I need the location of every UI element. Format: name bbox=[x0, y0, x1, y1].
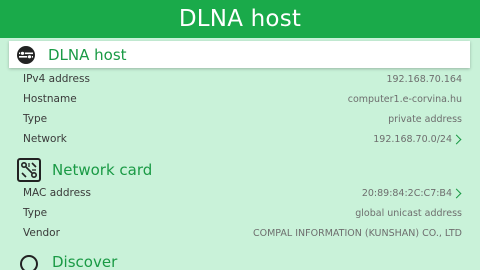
row-value: private address bbox=[388, 113, 462, 125]
info-row-mac[interactable]: MAC address 20:89:84:2C:C7:B4 bbox=[0, 183, 480, 203]
info-row-ipv4: IPv4 address 192.168.70.164 bbox=[0, 69, 480, 89]
section-header-discover[interactable]: Discover bbox=[0, 250, 480, 270]
section-title-network-card: Network card bbox=[52, 161, 153, 179]
row-label: Type bbox=[23, 207, 48, 219]
info-row-type: Type private address bbox=[0, 109, 480, 129]
row-value: 192.168.70.164 bbox=[386, 73, 462, 85]
network-card-icon bbox=[16, 157, 42, 183]
row-label: Network bbox=[23, 133, 67, 145]
row-value: computer1.e-corvina.hu bbox=[347, 93, 462, 105]
info-row-vendor: Vendor COMPAL INFORMATION (KUNSHAN) CO.,… bbox=[0, 223, 480, 243]
dlna-icon bbox=[15, 44, 37, 66]
section-header-dlna-host[interactable]: DLNA host bbox=[9, 41, 470, 68]
info-row-network[interactable]: Network 192.168.70.0/24 bbox=[0, 129, 480, 149]
row-value: COMPAL INFORMATION (KUNSHAN) CO., LTD bbox=[253, 227, 462, 239]
info-row-hostname: Hostname computer1.e-corvina.hu bbox=[0, 89, 480, 109]
app-title-bar: DLNA host bbox=[0, 0, 480, 38]
row-label: Vendor bbox=[23, 227, 60, 239]
row-value: global unicast address bbox=[355, 207, 462, 219]
row-label: Hostname bbox=[23, 93, 77, 105]
discover-icon bbox=[17, 252, 41, 270]
row-label: MAC address bbox=[23, 187, 91, 199]
chevron-right-icon bbox=[451, 188, 462, 198]
section-title-dlna-host: DLNA host bbox=[48, 45, 127, 64]
page-title: DLNA host bbox=[178, 6, 302, 32]
chevron-right-icon bbox=[451, 134, 462, 144]
info-row-card-type: Type global unicast address bbox=[0, 203, 480, 223]
row-value: 20:89:84:2C:C7:B4 bbox=[361, 187, 452, 199]
section-header-network-card[interactable]: Network card bbox=[0, 155, 480, 185]
row-label: IPv4 address bbox=[23, 73, 90, 85]
section-title-discover: Discover bbox=[52, 253, 118, 270]
row-value: 192.168.70.0/24 bbox=[373, 133, 452, 145]
row-label: Type bbox=[23, 113, 48, 125]
